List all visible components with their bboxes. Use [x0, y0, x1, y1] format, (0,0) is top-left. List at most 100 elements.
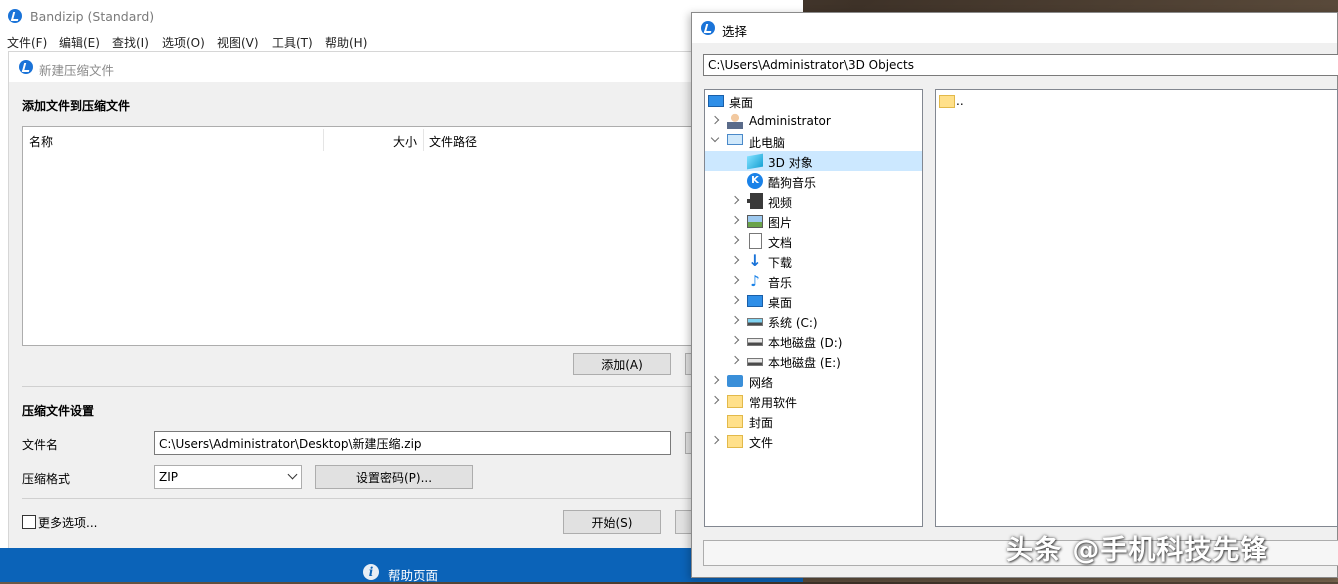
- tree-item-files[interactable]: 文件: [705, 431, 922, 451]
- folder-icon: [939, 95, 955, 108]
- more-options-label[interactable]: 更多选项...: [38, 514, 97, 531]
- chevron-right-icon[interactable]: [730, 275, 740, 285]
- tree-item-documents[interactable]: 文档: [705, 231, 922, 251]
- bandizip-window: Bandizip (Standard) 文件(F) 编辑(E) 查找(I) 选项…: [0, 0, 805, 584]
- chevron-down-icon[interactable]: [710, 133, 720, 143]
- column-separator[interactable]: [423, 129, 424, 151]
- tree-item-label: 封面: [749, 416, 774, 430]
- format-select[interactable]: ZIP: [154, 465, 302, 489]
- tree-item-network[interactable]: 网络: [705, 371, 922, 391]
- menu-file[interactable]: 文件(F): [7, 34, 47, 51]
- tree-item-desktop[interactable]: 桌面: [705, 91, 922, 111]
- menu-find[interactable]: 查找(I): [112, 34, 149, 51]
- tree-item-drive-c[interactable]: 系统 (C:): [705, 311, 922, 331]
- settings-heading: 压缩文件设置: [22, 404, 95, 418]
- tree-item-common-software[interactable]: 常用软件: [705, 391, 922, 411]
- tree-item-label: 本地磁盘 (E:): [768, 356, 841, 370]
- chevron-right-icon[interactable]: [710, 375, 720, 385]
- pictures-icon: [747, 215, 763, 228]
- info-icon[interactable]: i: [363, 564, 379, 580]
- folder-contents[interactable]: ..: [935, 89, 1338, 527]
- chevron-down-icon: [287, 469, 298, 480]
- path-input[interactable]: C:\Users\Administrator\3D Objects: [703, 54, 1338, 76]
- column-path-header[interactable]: 文件路径: [429, 133, 477, 150]
- documents-icon: [749, 233, 762, 249]
- computer-icon: [727, 134, 743, 145]
- user-icon: [727, 113, 743, 129]
- more-options-checkbox[interactable]: [22, 515, 36, 529]
- help-page-link[interactable]: 帮助页面: [388, 565, 438, 584]
- tree-item-label: 酷狗音乐: [768, 176, 817, 190]
- desktop-icon: [708, 95, 724, 107]
- menu-tools[interactable]: 工具(T): [272, 34, 313, 51]
- system-drive-icon: [747, 318, 763, 326]
- folder-icon: [727, 395, 743, 408]
- file-list[interactable]: 名称 大小 文件路径: [22, 126, 744, 346]
- column-size-header[interactable]: 大小: [393, 133, 417, 150]
- tree-item-label: 本地磁盘 (D:): [768, 336, 843, 350]
- bandizip-logo-icon: [19, 60, 33, 74]
- chooser-title-bar[interactable]: 选择: [692, 13, 1337, 43]
- tree-item-videos[interactable]: 视频: [705, 191, 922, 211]
- chevron-right-icon[interactable]: [710, 395, 720, 405]
- folder-icon: [727, 435, 743, 448]
- chevron-right-icon[interactable]: [730, 315, 740, 325]
- drive-icon: [747, 338, 763, 346]
- music-icon: ♪: [750, 272, 760, 290]
- chevron-right-icon[interactable]: [730, 235, 740, 245]
- tree-item-label: 图片: [768, 216, 793, 230]
- bandizip-logo-icon: [8, 9, 22, 23]
- menu-edit[interactable]: 编辑(E): [59, 34, 100, 51]
- download-icon: ↓: [748, 251, 762, 270]
- list-item-parent-folder[interactable]: ..: [936, 91, 1336, 111]
- chevron-right-icon[interactable]: [730, 255, 740, 265]
- watermark: 头条 @手机科技先锋: [1006, 535, 1269, 566]
- chooser-title: 选择: [722, 24, 748, 39]
- video-icon: [747, 193, 763, 209]
- divider: [22, 386, 704, 387]
- tree-item-label: 文档: [768, 236, 793, 250]
- chevron-right-icon[interactable]: [730, 215, 740, 225]
- menu-bar: 文件(F) 编辑(E) 查找(I) 选项(O) 视图(V) 工具(T) 帮助(H…: [0, 31, 803, 51]
- tree-item-label: 视频: [768, 196, 793, 210]
- filename-input[interactable]: C:\Users\Administrator\Desktop\新建压缩.zip: [154, 431, 671, 455]
- tree-item-pictures[interactable]: 图片: [705, 211, 922, 231]
- column-separator[interactable]: [323, 129, 324, 151]
- tree-item-label: 桌面: [768, 296, 793, 310]
- folder-icon: [727, 415, 743, 428]
- start-button[interactable]: 开始(S): [563, 510, 661, 534]
- chevron-right-icon[interactable]: [730, 195, 740, 205]
- chevron-right-icon[interactable]: [710, 435, 720, 445]
- tree-item-label: Administrator: [749, 114, 831, 128]
- tree-item-3d-objects[interactable]: 3D 对象: [705, 151, 922, 171]
- title-bar[interactable]: Bandizip (Standard): [0, 0, 803, 31]
- tree-item-label: 常用软件: [749, 396, 798, 410]
- menu-view[interactable]: 视图(V): [217, 34, 259, 51]
- tree-item-pc-desktop[interactable]: 桌面: [705, 291, 922, 311]
- tree-item-label: 3D 对象: [768, 156, 813, 170]
- chevron-right-icon[interactable]: [730, 355, 740, 365]
- menu-options[interactable]: 选项(O): [162, 34, 205, 51]
- list-item-label: ..: [956, 94, 964, 108]
- tree-item-music[interactable]: ♪ 音乐: [705, 271, 922, 291]
- chevron-right-icon[interactable]: [730, 335, 740, 345]
- tree-item-kugou[interactable]: K 酷狗音乐: [705, 171, 922, 191]
- tree-item-label: 桌面: [729, 96, 754, 110]
- chevron-right-icon[interactable]: [710, 115, 720, 125]
- new-archive-dialog: 新建压缩文件 添加文件到压缩文件 名称 大小 文件路径 添加(A) 压缩文件设置…: [8, 51, 805, 550]
- folder-tree[interactable]: 桌面 Administrator 此电脑 3D 对象 K 酷狗音乐 视频 图片 …: [704, 89, 923, 527]
- dialog-title-bar[interactable]: 新建压缩文件: [9, 52, 804, 82]
- menu-help[interactable]: 帮助(H): [325, 34, 367, 51]
- column-name-header[interactable]: 名称: [29, 133, 53, 150]
- tree-item-drive-e[interactable]: 本地磁盘 (E:): [705, 351, 922, 371]
- folder-chooser-window: 选择 C:\Users\Administrator\3D Objects 桌面 …: [691, 12, 1338, 578]
- tree-item-this-pc[interactable]: 此电脑: [705, 131, 922, 151]
- tree-item-downloads[interactable]: ↓ 下载: [705, 251, 922, 271]
- tree-item-drive-d[interactable]: 本地磁盘 (D:): [705, 331, 922, 351]
- tree-item-administrator[interactable]: Administrator: [705, 111, 922, 131]
- chevron-right-icon[interactable]: [730, 295, 740, 305]
- add-button[interactable]: 添加(A): [573, 353, 671, 375]
- format-value: ZIP: [159, 470, 178, 484]
- set-password-button[interactable]: 设置密码(P)...: [315, 465, 473, 489]
- tree-item-cover[interactable]: 封面: [705, 411, 922, 431]
